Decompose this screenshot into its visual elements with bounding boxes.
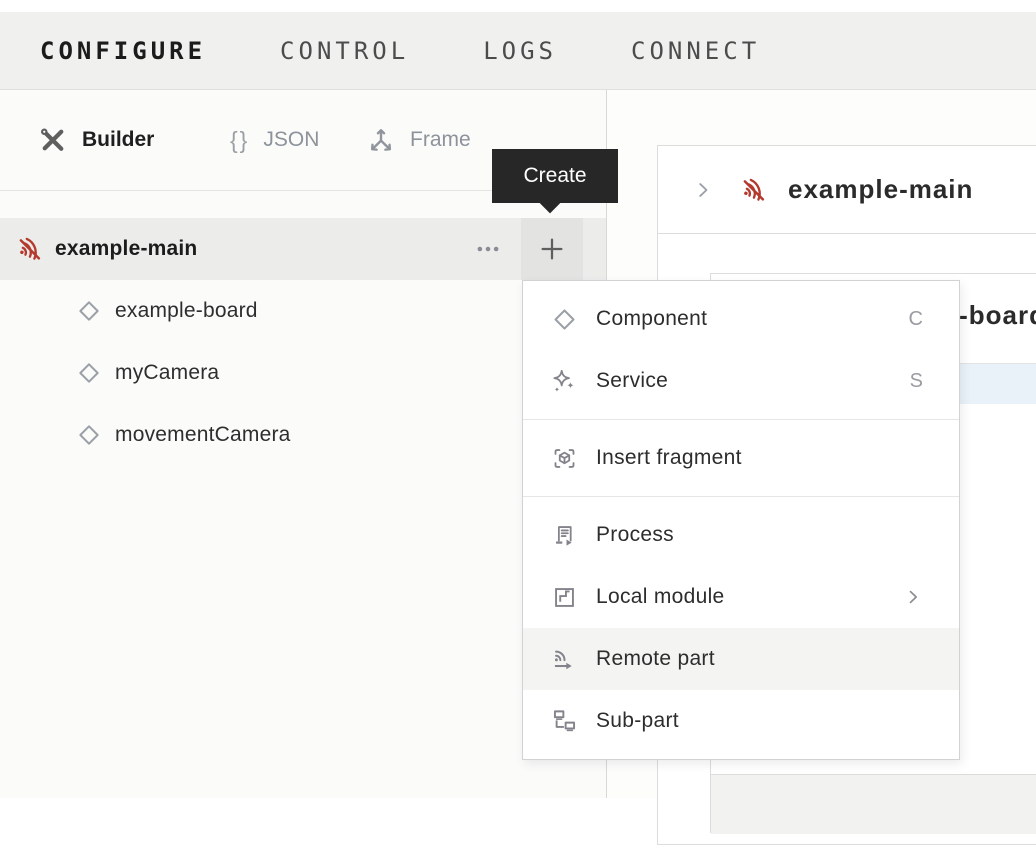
menu-item-service[interactable]: Service S xyxy=(523,350,959,412)
menu-item-remote-part[interactable]: Remote part xyxy=(523,628,959,690)
tree-root-label: example-main xyxy=(55,237,197,261)
part-card-title: example-main xyxy=(788,174,973,205)
sub-part-icon xyxy=(551,708,578,735)
tools-icon xyxy=(38,125,68,155)
menu-shortcut: C xyxy=(909,308,923,331)
menu-shortcut: S xyxy=(910,370,923,393)
component-diamond-icon xyxy=(76,422,102,448)
menu-item-label: Service xyxy=(596,369,668,393)
braces-icon: {} xyxy=(230,127,249,154)
tree-child-label: example-board xyxy=(115,299,258,323)
tree-row-example-board[interactable]: example-board xyxy=(0,280,606,342)
process-icon xyxy=(551,522,578,549)
create-menu: Component C Service S Insert fragment Pr… xyxy=(522,280,960,760)
tab-configure[interactable]: CONFIGURE xyxy=(40,37,206,65)
offline-status-icon xyxy=(16,235,44,263)
menu-item-local-module[interactable]: Local module xyxy=(523,566,959,628)
create-button[interactable] xyxy=(521,218,583,280)
menu-item-label: Sub-part xyxy=(596,709,679,733)
mode-builder[interactable]: Builder xyxy=(38,90,154,190)
mode-json-label: JSON xyxy=(263,128,319,152)
menu-item-label: Process xyxy=(596,523,674,547)
submenu-chevron-icon xyxy=(903,587,923,607)
mode-builder-label: Builder xyxy=(82,128,154,152)
component-diamond-icon xyxy=(76,360,102,386)
top-nav-bar: CONFIGURE CONTROL LOGS CONNECT xyxy=(0,12,1036,90)
mode-json[interactable]: {} JSON xyxy=(230,90,319,190)
menu-item-component[interactable]: Component C xyxy=(523,288,959,350)
mode-frame[interactable]: Frame xyxy=(366,90,471,190)
plus-icon xyxy=(537,234,567,264)
component-diamond-icon xyxy=(76,298,102,324)
menu-item-sub-part[interactable]: Sub-part xyxy=(523,690,959,752)
tree-row-example-main[interactable]: example-main xyxy=(0,218,606,280)
tab-control[interactable]: CONTROL xyxy=(280,37,409,65)
offline-status-icon xyxy=(740,176,768,204)
part-card-header[interactable]: example-main xyxy=(658,146,1036,234)
remote-part-icon xyxy=(551,646,578,673)
tree-row-mycamera[interactable]: myCamera xyxy=(0,342,606,404)
ellipsis-icon xyxy=(475,236,501,262)
menu-item-label: Remote part xyxy=(596,647,715,671)
frame-icon xyxy=(366,125,396,155)
tree-child-label: movementCamera xyxy=(115,423,291,447)
menu-section-advanced: Process Local module Remote part Sub-par… xyxy=(523,496,959,759)
chevron-right-icon xyxy=(692,179,714,201)
menu-item-label: Insert fragment xyxy=(596,446,742,470)
mode-frame-label: Frame xyxy=(410,128,471,152)
menu-item-process[interactable]: Process xyxy=(523,504,959,566)
tree-row-movementcamera[interactable]: movementCamera xyxy=(0,404,606,466)
part-more-menu-button[interactable] xyxy=(462,218,514,280)
menu-item-insert-fragment[interactable]: Insert fragment xyxy=(523,427,959,489)
menu-section-resources: Component C Service S xyxy=(523,281,959,419)
top-strip xyxy=(0,0,1036,12)
tab-logs[interactable]: LOGS xyxy=(483,37,557,65)
component-diamond-icon xyxy=(551,306,578,333)
tab-connect[interactable]: CONNECT xyxy=(631,37,760,65)
menu-item-label: Local module xyxy=(596,585,725,609)
insert-fragment-icon xyxy=(551,445,578,472)
menu-item-label: Component xyxy=(596,307,707,331)
service-sparkles-icon xyxy=(551,368,578,395)
component-card-footer xyxy=(711,774,1036,834)
local-module-icon xyxy=(551,584,578,611)
tree-child-label: myCamera xyxy=(115,361,219,385)
menu-section-fragment: Insert fragment xyxy=(523,419,959,496)
create-tooltip: Create xyxy=(492,149,618,203)
